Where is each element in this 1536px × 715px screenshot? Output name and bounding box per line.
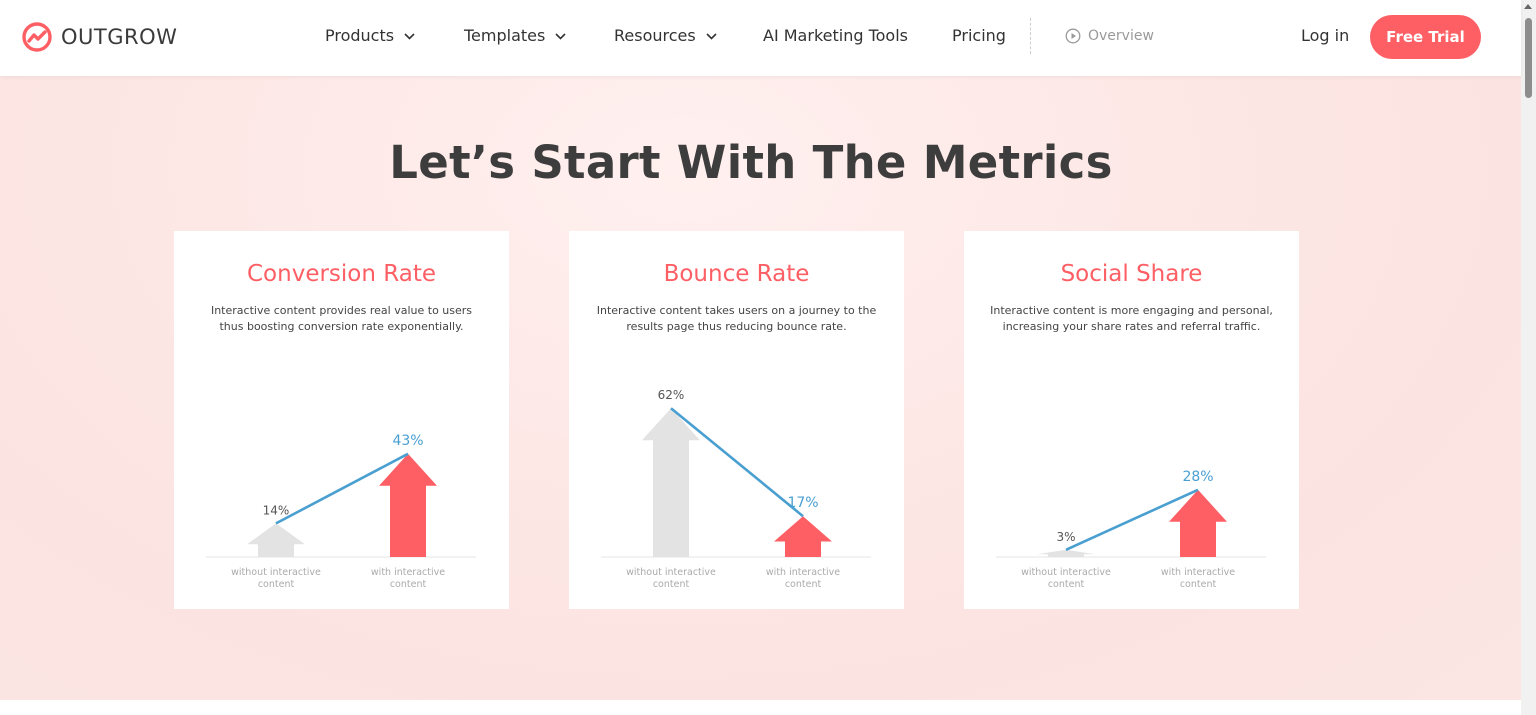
nav-divider [1030,18,1031,54]
card-title: Social Share [1060,261,1203,287]
nav-pricing[interactable]: Pricing [952,24,1006,48]
login-link[interactable]: Log in [1301,24,1349,48]
vertical-scrollbar[interactable] [1521,0,1536,715]
nav-products-label: Products [325,26,395,45]
scrollbar-thumb[interactable] [1525,18,1532,98]
card-description: Interactive content takes users on a jou… [589,303,884,335]
card-title: Conversion Rate [247,261,436,287]
bounce-rate-chart: 62%17%without interactivecontentwith int… [601,388,871,590]
chevron-down-icon [404,32,415,40]
chart-category-label: without interactive [1021,567,1111,578]
chart-category-label: content [653,579,690,590]
chart-category-label: with interactive [371,567,445,578]
nav-overview[interactable]: Overview [1065,24,1154,48]
conversion-rate-chart: 14%43%without interactivecontentwith int… [206,433,476,590]
card-description: Interactive content provides real value … [194,303,489,335]
social-share-chart: 3%28%without interactivecontentwith inte… [996,469,1266,590]
chart-category-label: content [785,579,822,590]
chart-category-label: with interactive [1161,567,1235,578]
chart-value-label: 62% [658,388,685,402]
outgrow-logo[interactable]: OUTGROW [21,20,177,54]
nav-resources[interactable]: Resources [614,24,717,48]
free-trial-button[interactable]: Free Trial [1370,15,1481,59]
nav-products[interactable]: Products [325,24,415,48]
chart-category-label: without interactive [231,567,321,578]
card-description-line: increasing your share rates and referral… [1002,320,1261,333]
logo-text: OUTGROW [61,25,178,49]
chart-trend-line [670,407,804,518]
nav-templates[interactable]: Templates [464,24,566,48]
chart-value-label: 14% [263,503,290,517]
card-title: Bounce Rate [663,261,810,287]
chevron-down-icon [706,32,717,40]
chart-category-label: with interactive [766,567,840,578]
chart-category-label: without interactive [626,567,716,578]
card-description-line: Interactive content takes users on a jou… [596,304,877,317]
section-title: Let’s Start With The Metrics [389,136,1113,189]
nav-resources-label: Resources [614,26,696,45]
chart-value-label: 43% [392,433,423,449]
chevron-down-icon [555,32,566,40]
metric-card-bounce: Bounce Rate Interactive content takes us… [569,231,904,609]
chart-category-label: content [390,579,427,590]
chart-bar-arrow [642,408,700,557]
top-navbar: OUTGROW Products Templates Resources AI … [0,0,1521,76]
chart-value-label: 28% [1182,469,1213,485]
card-description-line: thus boosting conversion rate exponentia… [219,320,464,333]
scroll-up-arrow-icon[interactable] [1524,4,1532,9]
outgrow-logo-icon [22,22,52,52]
nav-ai-marketing-tools[interactable]: AI Marketing Tools [763,24,908,48]
nav-templates-label: Templates [464,26,546,45]
card-description: Interactive content is more engaging and… [984,303,1279,335]
chart-bar-arrow [247,523,305,557]
nav-overview-label: Overview [1088,28,1154,44]
chart-bar-arrow [379,453,437,557]
play-circle-icon [1065,28,1081,44]
nav-ai-tools-label: AI Marketing Tools [763,26,908,45]
nav-pricing-label: Pricing [952,26,1006,45]
chart-category-label: content [1180,579,1217,590]
metric-card-social: Social Share Interactive content is more… [964,231,1299,609]
next-section-edge [0,700,1521,715]
chart-category-label: content [258,579,295,590]
chart-category-label: content [1048,579,1085,590]
card-description-line: Interactive content is more engaging and… [990,304,1273,317]
chart-bar-arrow [1037,549,1095,557]
card-description-line: results page thus reducing bounce rate. [626,320,847,333]
card-description-line: Interactive content provides real value … [210,304,473,317]
chart-value-label: 17% [787,495,818,511]
chart-value-label: 3% [1056,530,1075,544]
metric-card-conversion: Conversion Rate Interactive content prov… [174,231,509,609]
chart-trend-line [275,452,409,525]
chart-bar-arrow [774,516,832,557]
